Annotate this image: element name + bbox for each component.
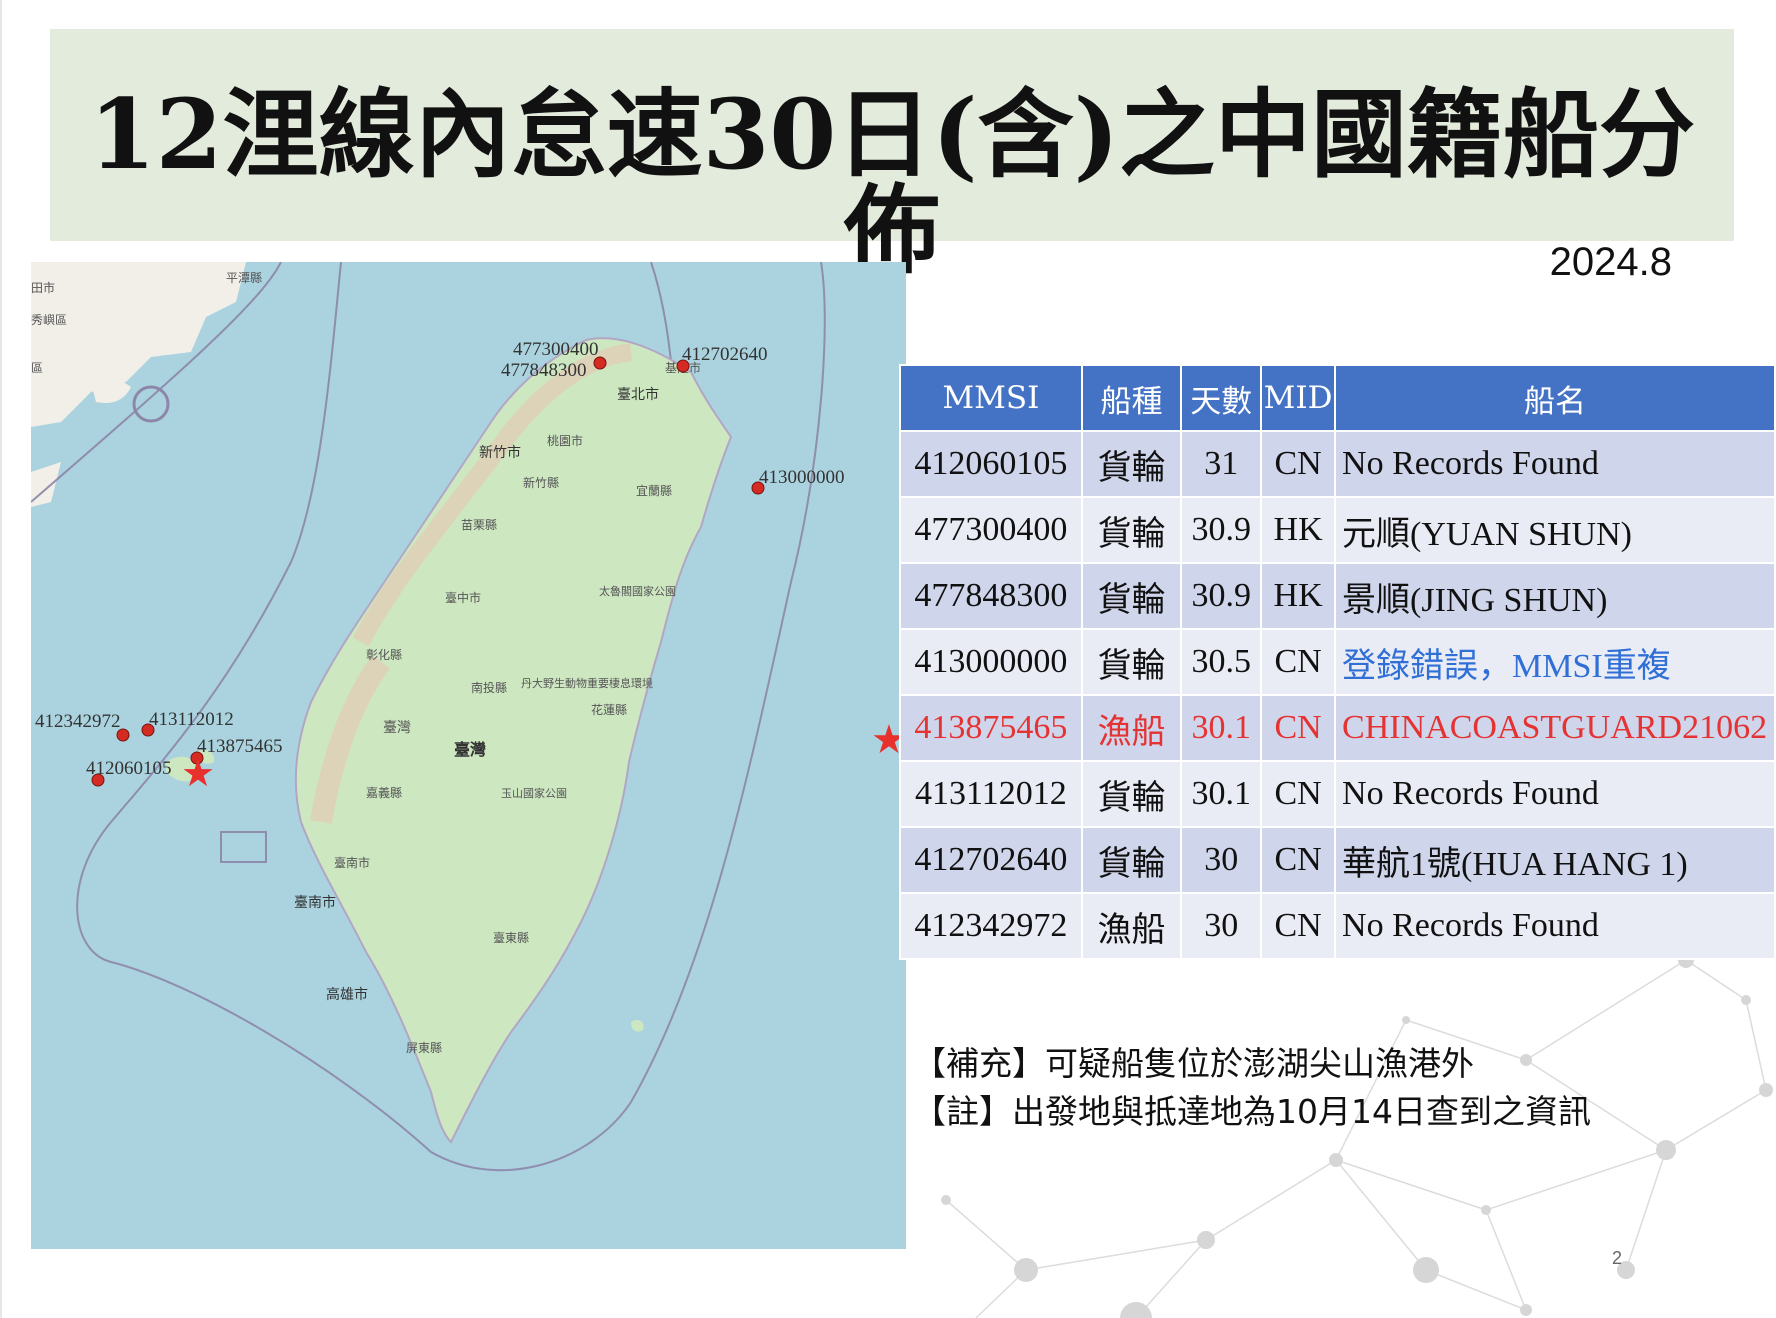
place-label: 高雄市	[326, 986, 368, 1003]
place-label: 臺中市	[445, 590, 481, 605]
table-row[interactable]: 412342972 漁船 30 CN No Records Found	[899, 892, 1776, 960]
days-cell: 30	[1180, 826, 1263, 894]
title-banner: 12浬線內怠速30日(含)之中國籍船分佈	[50, 29, 1734, 279]
mid-cell: CN	[1260, 760, 1337, 828]
vessel-label: 412342972	[35, 711, 121, 732]
column-header-mid: MID	[1260, 364, 1337, 432]
place-label: 臺南市	[294, 894, 336, 911]
ship-name-cell: 華航1號(HUA HANG 1)	[1334, 826, 1776, 894]
mmsi-cell: 412060105	[899, 430, 1083, 498]
table-row-highlighted[interactable]: 413875465 漁船 30.1 CN CHINACOASTGUARD2106…	[899, 694, 1776, 762]
vessel-label: 477300400	[513, 339, 599, 360]
ship-type-cell: 貨輪	[1080, 628, 1183, 696]
ship-type-cell: 貨輪	[1080, 562, 1183, 630]
ship-type-cell: 漁船	[1080, 892, 1183, 960]
ship-type-cell: 貨輪	[1080, 496, 1183, 564]
ship-type-cell: 貨輪	[1080, 430, 1183, 498]
mmsi-cell: 477300400	[899, 496, 1083, 564]
days-cell: 30	[1180, 892, 1263, 960]
place-label: 宜蘭縣	[636, 483, 672, 498]
place-label: 太魯閣國家公園	[599, 584, 676, 598]
mmsi-cell: 413112012	[899, 760, 1083, 828]
vessel-label: 413000000	[759, 467, 845, 488]
page-number: 2	[1612, 1248, 1623, 1268]
place-label: 臺灣	[383, 720, 411, 736]
ship-type-cell: 貨輪	[1080, 760, 1183, 828]
place-label: 田市	[31, 280, 55, 295]
mmsi-cell: 413000000	[899, 628, 1083, 696]
mmsi-cell: 477848300	[899, 562, 1083, 630]
taiwan-map: 平潭縣 田市 秀嶼區 區 基隆市 臺北市 桃園市 新竹市 新竹縣 宜蘭縣 苗栗縣…	[31, 262, 906, 1249]
table-row[interactable]: 477300400 貨輪 30.9 HK 元順(YUAN SHUN)	[899, 496, 1776, 564]
mid-cell: CN	[1260, 826, 1337, 894]
place-label: 臺東縣	[493, 930, 529, 945]
days-cell: 30.9	[1180, 562, 1263, 630]
table-header-row: MMSI 船種 天數 MID 船名	[899, 364, 1776, 432]
mid-cell: HK	[1260, 562, 1337, 630]
vessel-label: 412702640	[682, 344, 768, 365]
place-label: 嘉義縣	[366, 785, 402, 800]
ship-name-cell: 景順(JING SHUN)	[1334, 562, 1776, 630]
slide-edge	[0, 0, 2, 1318]
place-label: 屏東縣	[406, 1041, 442, 1055]
star-icon: ★	[181, 753, 215, 795]
vessel-table: MMSI 船種 天數 MID 船名 412060105 貨輪 31 CN No …	[899, 364, 1776, 960]
ship-name-cell: 登錄錯誤，MMSI重複	[1334, 628, 1776, 696]
report-date: 2024.8	[1549, 240, 1672, 284]
ship-name-cell: No Records Found	[1334, 760, 1776, 828]
place-label: 桃園市	[547, 433, 583, 448]
table-row[interactable]: 413112012 貨輪 30.1 CN No Records Found	[899, 760, 1776, 828]
days-cell: 31	[1180, 430, 1263, 498]
ship-type-cell: 漁船	[1080, 694, 1183, 762]
vessel-label: 477848300	[501, 360, 587, 381]
ship-name-cell: No Records Found	[1334, 892, 1776, 960]
table-row[interactable]: 413000000 貨輪 30.5 CN 登錄錯誤，MMSI重複	[899, 628, 1776, 696]
place-label: 區	[31, 361, 43, 375]
ship-name-cell: No Records Found	[1334, 430, 1776, 498]
mid-cell: CN	[1260, 430, 1337, 498]
days-cell: 30.5	[1180, 628, 1263, 696]
table-row[interactable]: 412060105 貨輪 31 CN No Records Found	[899, 430, 1776, 498]
place-label: 新竹縣	[523, 475, 559, 490]
place-label: 彰化縣	[366, 647, 402, 662]
place-label: 花蓮縣	[591, 702, 627, 717]
table-row[interactable]: 477848300 貨輪 30.9 HK 景順(JING SHUN)	[899, 562, 1776, 630]
ship-type-cell: 貨輪	[1080, 826, 1183, 894]
vessel-label: 412060105	[86, 758, 172, 779]
mid-cell: HK	[1260, 496, 1337, 564]
ship-name-cell: 元順(YUAN SHUN)	[1334, 496, 1776, 564]
place-label: 臺北市	[617, 386, 659, 403]
mid-cell: CN	[1260, 628, 1337, 696]
place-label: 秀嶼區	[31, 313, 67, 327]
table-row[interactable]: 412702640 貨輪 30 CN 華航1號(HUA HANG 1)	[899, 826, 1776, 894]
ship-name-cell: CHINACOASTGUARD21062	[1334, 694, 1776, 762]
place-label: 丹大野生動物重要棲息環境	[521, 676, 653, 690]
days-cell: 30.1	[1180, 760, 1263, 828]
place-label: 南投縣	[471, 680, 507, 695]
slide-title: 12浬線內怠速30日(含)之中國籍船分佈	[88, 78, 1696, 287]
mid-cell: CN	[1260, 892, 1337, 960]
slide: 12浬線內怠速30日(含)之中國籍船分佈 2024.8 平潭縣 田市 秀嶼區 區…	[0, 0, 1776, 1318]
mid-cell: CN	[1260, 694, 1337, 762]
days-cell: 30.9	[1180, 496, 1263, 564]
place-label: 苗栗縣	[461, 518, 497, 532]
column-header-days: 天數	[1180, 364, 1263, 432]
supplement-note: 【補充】可疑船隻位於澎湖尖山漁港外	[913, 1044, 1474, 1083]
mmsi-cell: 412342972	[899, 892, 1083, 960]
days-cell: 30.1	[1180, 694, 1263, 762]
column-header-ship-type: 船種	[1080, 364, 1183, 432]
column-header-mmsi: MMSI	[899, 364, 1083, 432]
place-label: 新竹市	[479, 444, 521, 461]
notes: 【補充】可疑船隻位於澎湖尖山漁港外 【註】出發地與抵達地為10月14日查到之資訊	[913, 1040, 1591, 1136]
vessel-label: 413112012	[149, 709, 234, 730]
place-label: 平潭縣	[226, 271, 262, 285]
column-header-ship-name: 船名	[1334, 364, 1776, 432]
vessel-label: 413875465	[197, 736, 283, 757]
place-label: 玉山國家公園	[501, 786, 567, 800]
place-label: 臺南市	[334, 855, 370, 870]
footnote: 【註】出發地與抵達地為10月14日查到之資訊	[913, 1092, 1591, 1131]
place-label: 臺灣	[454, 740, 486, 759]
mmsi-cell: 412702640	[899, 826, 1083, 894]
mmsi-cell: 413875465	[899, 694, 1083, 762]
